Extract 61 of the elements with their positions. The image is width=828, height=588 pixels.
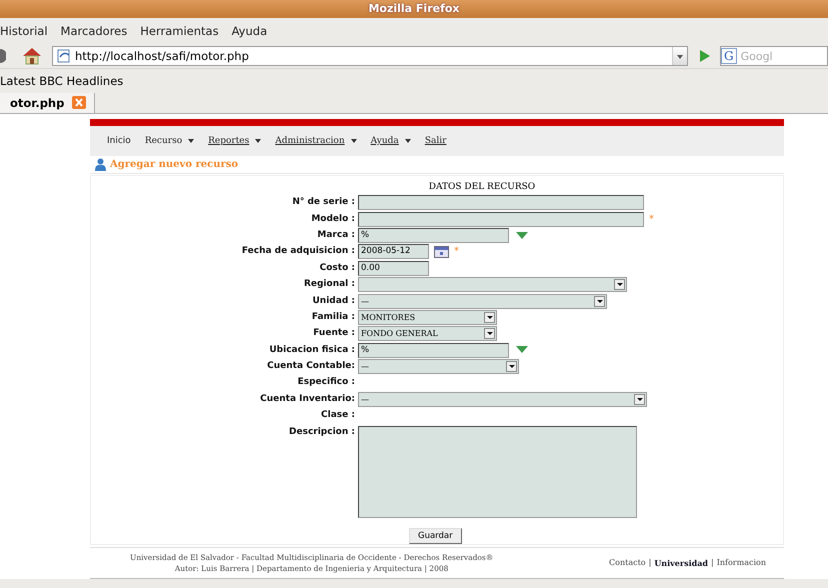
date-field[interactable]: 2008-05-12 — [358, 244, 429, 260]
home-icon[interactable] — [22, 47, 42, 66]
nav-link[interactable]: Recurso — [144, 135, 194, 146]
select-dropdown[interactable]: — — [358, 294, 607, 308]
field-label: Cuenta Contable: — [266, 360, 356, 373]
field-label: Cuenta Inventario: — [259, 392, 356, 406]
field-label: Unidad : — [312, 294, 356, 308]
select-dropdown[interactable]: FONDO GENERAL — [358, 326, 497, 342]
select-dropdown[interactable]: MONITORES — [358, 310, 497, 325]
page-title: Agregar nuevo recurso — [110, 158, 238, 170]
input-field[interactable]: 0.00 — [358, 260, 429, 276]
field-label: N° de serie : — [291, 196, 356, 210]
input-field[interactable]: % — [358, 228, 509, 244]
field-label: Modelo : — [310, 212, 356, 226]
menu-item[interactable]: Herramientas — [140, 24, 219, 38]
separator-text: | — [648, 558, 652, 568]
form-heading: DATOS DEL RECURSO — [428, 180, 536, 194]
menu-item[interactable]: Historial — [0, 24, 48, 38]
field-label: Ubicacion fisica : — [268, 344, 356, 357]
separator-text: | — [711, 558, 714, 568]
dropdown-triangle-icon[interactable] — [516, 346, 528, 354]
address-field[interactable]: http://localhost/safi/motor.php — [52, 46, 688, 66]
footer-link[interactable]: Universidad — [654, 558, 708, 568]
select-dropdown[interactable] — [358, 277, 627, 292]
search-engine-icon[interactable]: G — [721, 48, 737, 64]
field-label: Fecha de adquisicion : — [240, 245, 356, 258]
input-field[interactable]: % — [358, 342, 509, 358]
menu-item[interactable]: Marcadores — [60, 24, 128, 38]
input-field[interactable] — [358, 212, 644, 227]
dropdown-triangle-icon[interactable] — [516, 232, 528, 240]
window-title: Mozilla Firefox — [368, 2, 460, 15]
field-label: Descripcion : — [288, 426, 356, 439]
footer-link[interactable]: Informacion — [716, 558, 766, 568]
nav-link[interactable]: Ayuda — [370, 135, 411, 146]
back-icon[interactable] — [0, 49, 6, 64]
user-icon — [95, 158, 106, 171]
field-label: Clase : — [320, 409, 356, 422]
nav-link[interactable]: Reportes — [208, 135, 262, 146]
browser-tab[interactable]: otor.php — [0, 92, 96, 113]
field-label: Especifico : — [296, 376, 356, 390]
field-label: Regional : — [302, 278, 356, 292]
field-label: Fuente : — [312, 327, 356, 340]
input-field[interactable] — [358, 195, 644, 210]
bookmark-item[interactable]: Latest BBC Headlines — [0, 74, 124, 88]
footer-link[interactable]: Contacto — [609, 558, 646, 568]
select-dropdown[interactable]: — — [358, 358, 519, 374]
required-asterisk: * — [454, 246, 459, 258]
close-icon[interactable] — [72, 96, 86, 110]
menu-item[interactable]: Ayuda — [232, 24, 268, 38]
nav-link[interactable]: Administracion — [275, 135, 357, 146]
field-label: Marca : — [316, 229, 356, 242]
nav-link[interactable]: Inicio — [107, 136, 131, 146]
page-icon — [57, 49, 71, 64]
field-label: Familia : — [310, 310, 356, 324]
calendar-icon[interactable] — [434, 246, 449, 258]
save-button[interactable]: Guardar — [409, 528, 462, 544]
search-field[interactable]: G Googl — [720, 46, 828, 66]
field-label: Costo : — [318, 262, 356, 275]
nav-link[interactable]: Salir — [424, 136, 446, 146]
required-asterisk: * — [649, 214, 654, 225]
select-dropdown[interactable]: — — [358, 392, 647, 407]
